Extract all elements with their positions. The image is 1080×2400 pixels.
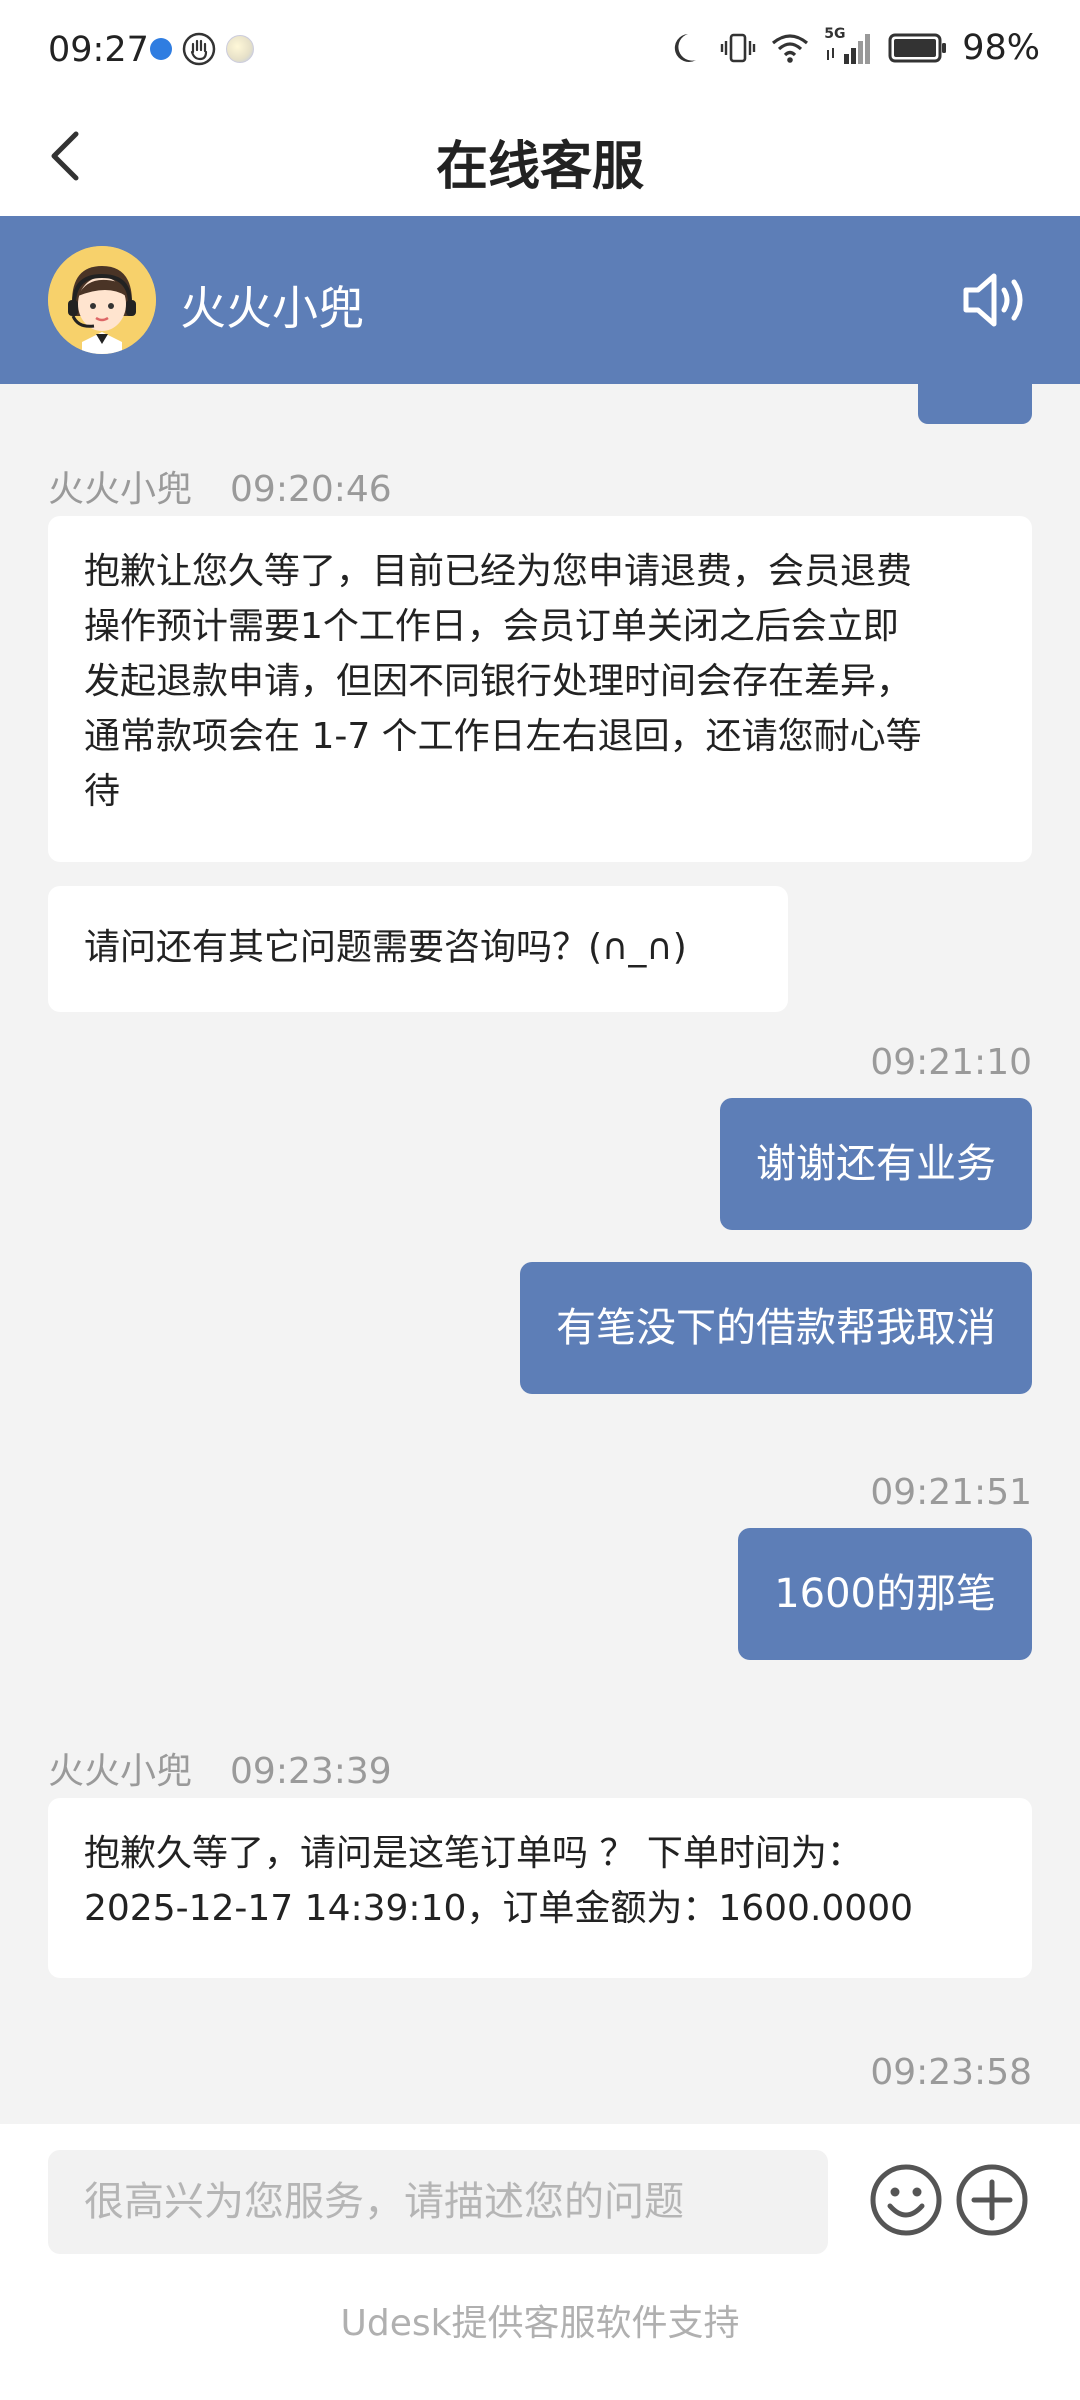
message-time: 09:23:39: [230, 1751, 392, 1792]
incoming-message-bubble[interactable]: 抱歉久等了，请问是这笔订单吗 ？ 下单时间为： 2025-12-17 14:39…: [48, 1798, 1032, 1978]
status-notification-icons: [150, 32, 254, 66]
incoming-message-bubble[interactable]: 请问还有其它问题需要咨询吗？(∩_∩): [48, 886, 788, 1012]
message-line: 抱歉久等了，请问是这笔订单吗 ？ 下单时间为：: [84, 1833, 863, 1874]
wifi-icon: [772, 34, 809, 63]
message-line: 发起退款申请，但因不同银行处理时间会存在差异，: [84, 661, 913, 702]
blue-dot-icon: [150, 38, 172, 60]
message-line: 2025-12-17 14:39:10，订单金额为：1600.0000: [84, 1888, 914, 1929]
hand-icon: [182, 32, 216, 66]
message-meta: 火火小兜 09:23:39: [48, 1742, 392, 1794]
message-sender: 火火小兜: [48, 1751, 193, 1792]
message-line: 操作预计需要1个工作日，会员订单关闭之后会立即: [84, 606, 899, 647]
message-line: 抱歉让您久等了，目前已经为您申请退费，会员退费: [84, 551, 913, 592]
chat-area[interactable]: 火火小兜 09:20:46 抱歉让您久等了，目前已经为您申请退费，会员退费 操作预…: [0, 384, 1080, 2124]
moon-app-icon: [226, 35, 254, 63]
message-time: 09:20:46: [230, 469, 392, 510]
message-line: 通常款项会在 1-7 个工作日左右退回，还请您耐心等: [84, 716, 922, 757]
emoji-button[interactable]: [868, 2162, 944, 2238]
input-bar: Udesk提供客服软件支持: [0, 2124, 1080, 2400]
message-time: 09:21:10: [870, 1042, 1032, 1083]
agent-header: 火火小兜: [0, 216, 1080, 384]
battery-icon: [888, 33, 947, 63]
incoming-message-bubble[interactable]: 抱歉让您久等了，目前已经为您申请退费，会员退费 操作预计需要1个工作日，会员订单…: [48, 516, 1032, 862]
outgoing-message-bubble[interactable]: 1600的那笔: [738, 1528, 1032, 1660]
message-time: 09:23:58: [870, 2052, 1032, 2093]
outgoing-message-bubble-partial: [918, 384, 1032, 424]
message-text: 请问还有其它问题需要咨询吗？(∩_∩): [84, 927, 687, 968]
battery-percent: 98%: [962, 28, 1040, 68]
speaker-button[interactable]: [960, 268, 1032, 332]
powered-by-text: Udesk提供客服软件支持: [340, 2303, 740, 2344]
do-not-disturb-moon-icon: [675, 34, 697, 62]
outgoing-message-bubble[interactable]: 有笔没下的借款帮我取消: [520, 1262, 1032, 1394]
message-sender: 火火小兜: [48, 469, 193, 510]
status-system-icons: 5G 98%: [672, 26, 1040, 68]
message-meta: 火火小兜 09:20:46: [48, 460, 392, 512]
status-time: 09:27: [48, 30, 149, 70]
page-title: 在线客服: [435, 137, 644, 197]
status-bar: 09:27 5G 98%: [0, 0, 1080, 100]
agent-name: 火火小兜: [180, 281, 364, 335]
message-input[interactable]: [48, 2150, 828, 2254]
more-options-button[interactable]: [954, 2162, 1030, 2238]
customer-service-avatar: [48, 246, 156, 354]
message-time: 09:21:51: [870, 1472, 1032, 1513]
signal-icon: 5G: [824, 26, 874, 66]
outgoing-message-bubble[interactable]: 谢谢还有业务: [720, 1098, 1032, 1230]
message-line: 待: [84, 771, 121, 812]
speaker-icon: [963, 273, 1023, 327]
plus-circle-icon: [956, 2164, 1028, 2236]
title-bar: 在线客服: [0, 100, 1080, 216]
smiley-icon: [870, 2164, 942, 2236]
vibrate-icon: [721, 33, 756, 63]
